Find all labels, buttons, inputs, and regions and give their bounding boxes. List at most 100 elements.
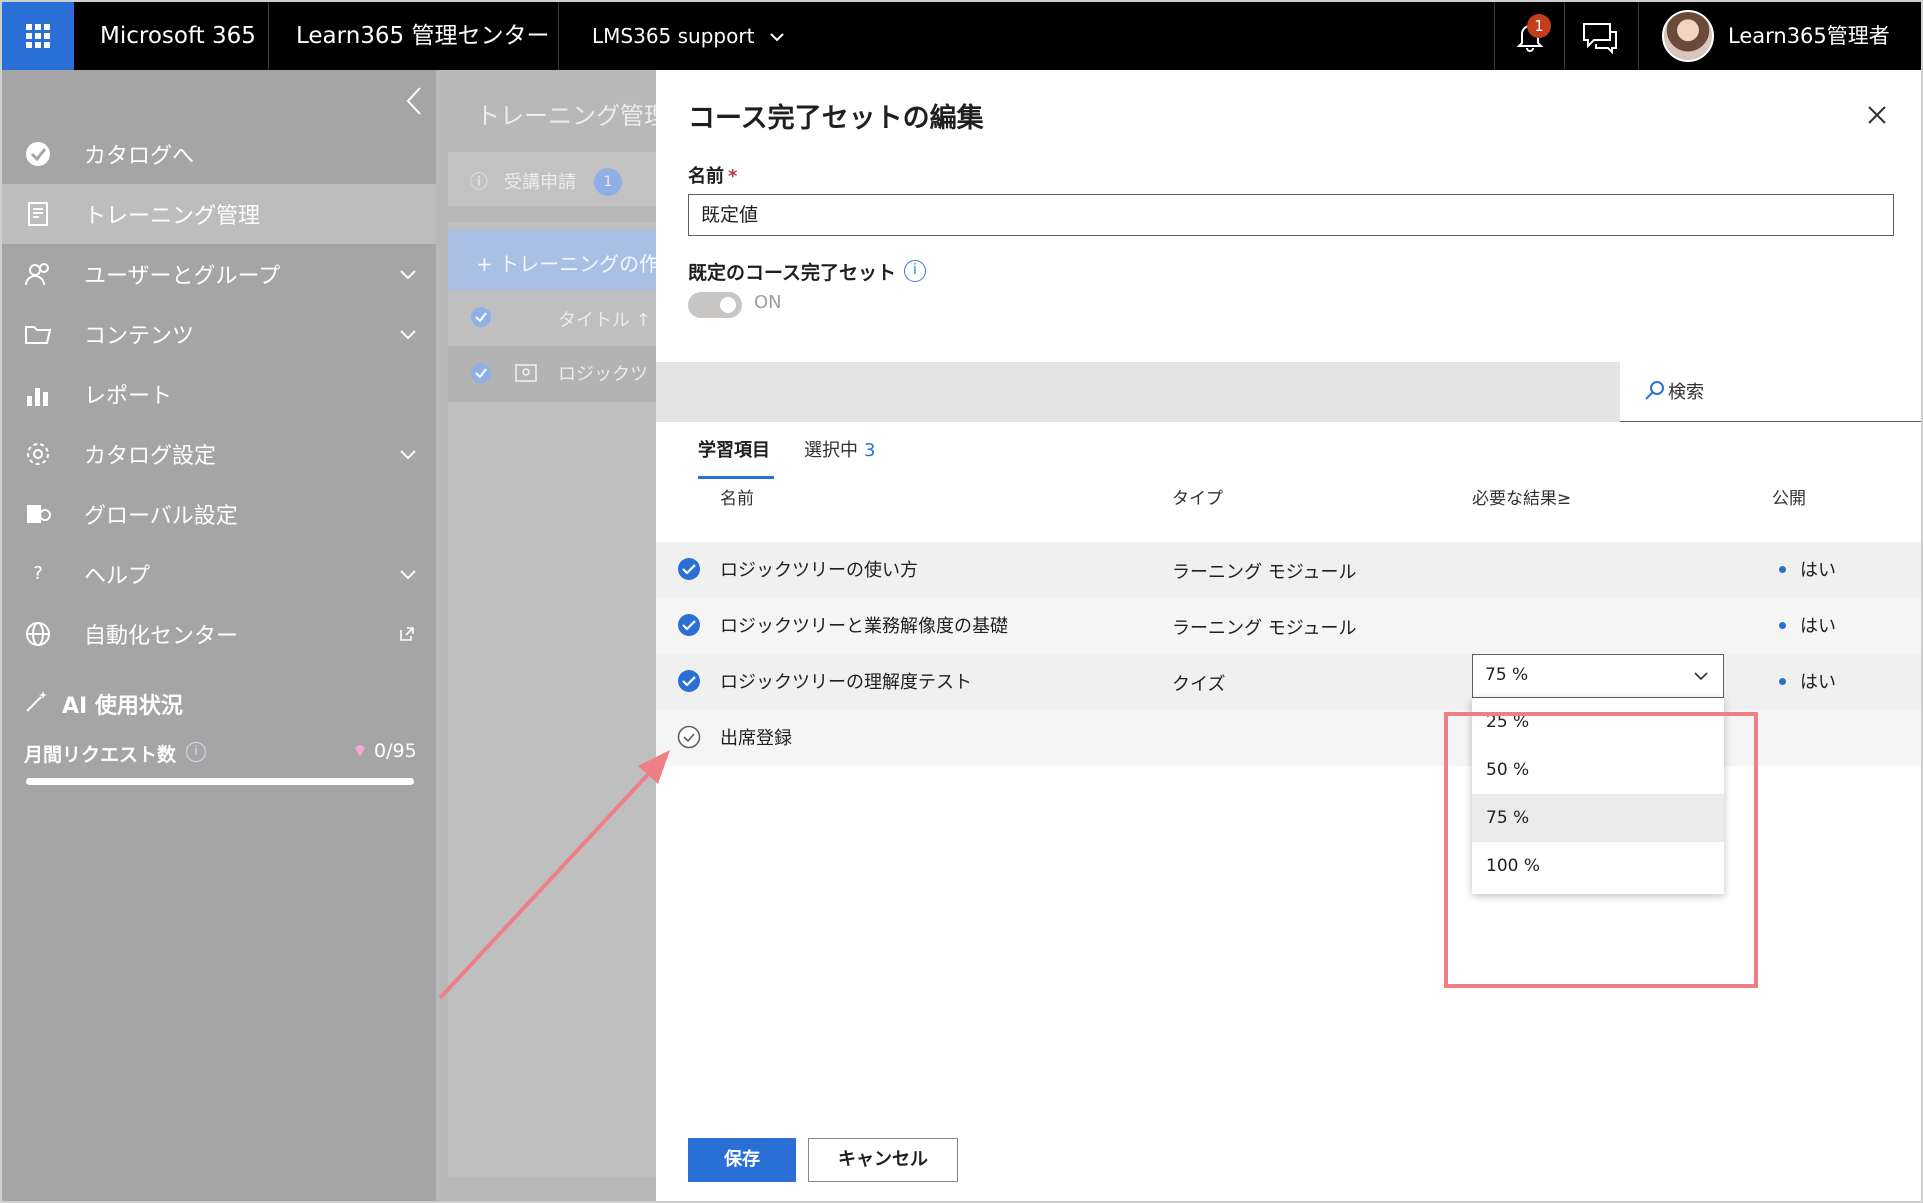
tab-learning-items[interactable]: 学習項目: [698, 436, 770, 462]
folder-icon: [25, 326, 52, 344]
globe-icon: [26, 622, 50, 646]
required-result-dropdown[interactable]: 75 %: [1472, 654, 1724, 698]
info-icon[interactable]: i: [186, 742, 206, 762]
sidebar-item-reports[interactable]: レポート: [2, 364, 436, 424]
sidebar-item-label: ヘルプ: [84, 564, 151, 589]
column-header-result[interactable]: 必要な結果≥: [1472, 484, 1571, 509]
default-set-label: 既定のコース完了セット: [688, 262, 897, 284]
sidebar-item-catalog-settings[interactable]: カタログ設定: [2, 424, 436, 484]
sidebar-item-label: 自動化センター: [84, 624, 239, 649]
gem-icon: [355, 745, 365, 757]
chevron-down-icon: [400, 450, 416, 460]
unchecked-circle-icon[interactable]: [676, 724, 702, 750]
table-row[interactable]: ロジックツリーの使い方 ラーニング モジュール はい: [656, 542, 1921, 598]
sidebar: カタログへ トレーニング管理 ユーザーとグループ コンテンツ レポート カタログ…: [2, 70, 436, 1201]
sidebar-item-label: カタログ設定: [84, 444, 217, 469]
chevron-down-icon: [400, 570, 416, 580]
checked-circle-icon[interactable]: [676, 668, 702, 694]
divider: [558, 2, 559, 70]
chevron-down-icon: [770, 33, 784, 42]
center-name[interactable]: Learn365 管理センター: [296, 2, 550, 70]
row-type: ラーニング モジュール: [1172, 618, 1357, 639]
check-circle-icon: [471, 307, 491, 327]
tab-selected[interactable]: 選択中 3: [804, 436, 875, 462]
top-bar: Microsoft 365 Learn365 管理センター LMS365 sup…: [2, 2, 1921, 70]
avatar[interactable]: [1662, 10, 1714, 62]
row-name: ロジックツリーの理解度テスト: [720, 672, 972, 693]
tenant-selector[interactable]: LMS365 support: [592, 2, 785, 70]
default-set-toggle[interactable]: [688, 292, 742, 318]
row-type: クイズ: [1172, 674, 1226, 695]
create-training-label: + トレーニングの作: [476, 252, 656, 276]
chevron-down-icon: [400, 330, 416, 340]
bar-chart-icon: [27, 388, 48, 406]
row-title: ロジックツ: [558, 364, 648, 385]
waffle-icon: [26, 24, 50, 48]
row-published: はい: [1800, 616, 1836, 637]
chevron-down-icon: [400, 270, 416, 280]
dropdown-value: 75 %: [1485, 665, 1529, 685]
course-icon: [515, 364, 537, 382]
requests-progress-bar: [26, 778, 414, 785]
sidebar-item-label: カタログへ: [84, 144, 195, 169]
divider: [1564, 2, 1565, 70]
monthly-requests-count: 0/95: [374, 740, 417, 762]
user-name[interactable]: Learn365管理者: [1728, 2, 1890, 70]
panel-title: コース完了セットの編集: [688, 103, 984, 134]
monthly-requests-label: 月間リクエスト数: [24, 744, 177, 766]
tab-enrollment[interactable]: 受講申請: [504, 168, 576, 194]
catalog-check-icon: [26, 142, 50, 166]
published-dot: [1779, 622, 1786, 629]
document-icon: [28, 202, 48, 226]
check-circle-icon: [471, 363, 491, 383]
collapse-sidebar-icon[interactable]: [402, 84, 426, 118]
edit-course-completion-panel: コース完了セットの編集 名前 * 既定値 既定のコース完了セット i ON 検索 …: [656, 70, 1921, 1201]
name-label-text: 名前: [688, 166, 724, 187]
checked-circle-icon[interactable]: [676, 612, 702, 638]
name-field-label: 名前 *: [688, 162, 737, 188]
help-icon: ?: [33, 563, 43, 584]
feedback-chat-icon[interactable]: [1580, 20, 1620, 54]
sidebar-item-content[interactable]: コンテンツ: [2, 304, 436, 364]
table-row[interactable]: ロジックツリーと業務解像度の基礎 ラーニング モジュール はい: [656, 598, 1921, 654]
row-type: ラーニング モジュール: [1172, 562, 1357, 583]
sidebar-item-label: トレーニング管理: [84, 204, 261, 229]
sidebar-item-catalog[interactable]: カタログへ: [2, 124, 436, 184]
table-row[interactable]: ロジックツリーの理解度テスト クイズ はい: [656, 654, 1921, 710]
checked-circle-icon[interactable]: [676, 556, 702, 582]
divider: [1494, 2, 1495, 70]
external-link-icon: [400, 627, 414, 641]
published-dot: [1779, 678, 1786, 685]
users-icon: [25, 263, 49, 286]
sidebar-item-help[interactable]: ? ヘルプ: [2, 544, 436, 604]
sidebar-item-global-settings[interactable]: グローバル設定: [2, 484, 436, 544]
chevron-down-icon: [1694, 672, 1708, 681]
notification-badge: 1: [1527, 14, 1551, 38]
name-input[interactable]: 既定値: [688, 194, 1894, 236]
tab-badge: 1: [594, 168, 622, 196]
toggle-knob: [720, 297, 736, 313]
toggle-state-label: ON: [754, 292, 782, 313]
column-header-published[interactable]: 公開: [1772, 484, 1806, 509]
close-icon[interactable]: [1866, 104, 1888, 126]
gear-icon: [27, 443, 49, 465]
tenant-name: LMS365 support: [592, 24, 755, 48]
cancel-button[interactable]: キャンセル: [808, 1138, 958, 1182]
column-title[interactable]: タイトル ↑: [558, 306, 651, 332]
screen: Microsoft 365 Learn365 管理センター LMS365 sup…: [0, 0, 1923, 1203]
info-icon[interactable]: i: [904, 260, 926, 282]
sidebar-item-label: グローバル設定: [84, 504, 238, 529]
row-name: ロジックツリーの使い方: [720, 560, 918, 581]
app-name[interactable]: Microsoft 365: [100, 2, 256, 70]
sidebar-item-label: レポート: [84, 384, 173, 409]
search-icon: [1645, 381, 1664, 400]
column-header-type[interactable]: タイプ: [1172, 484, 1223, 509]
app-launcher-button[interactable]: [2, 2, 74, 70]
column-header-name[interactable]: 名前: [720, 484, 754, 509]
sidebar-item-users[interactable]: ユーザーとグループ: [2, 244, 436, 304]
ai-usage-title: AI 使用状況: [62, 694, 183, 719]
sidebar-item-training[interactable]: トレーニング管理: [2, 184, 436, 244]
sidebar-item-automation[interactable]: 自動化センター: [2, 604, 436, 664]
save-button[interactable]: 保存: [688, 1138, 796, 1182]
published-dot: [1779, 566, 1786, 573]
